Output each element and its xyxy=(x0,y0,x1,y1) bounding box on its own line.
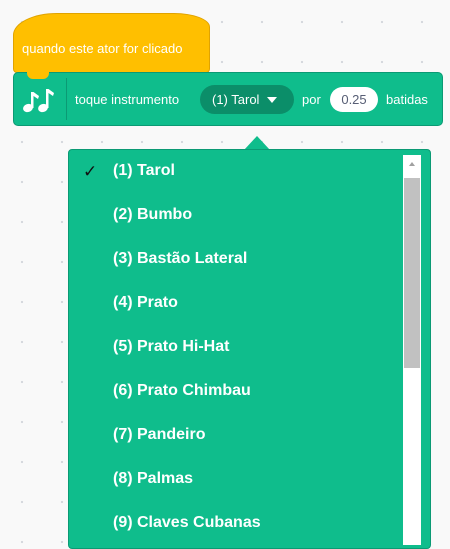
checkmark-icon: ✓ xyxy=(83,162,98,181)
beats-value: 0.25 xyxy=(341,92,367,107)
menu-item-prato[interactable]: (4) Prato xyxy=(69,282,401,326)
menu-item-label: (1) Tarol xyxy=(113,162,175,179)
instrument-dropdown[interactable]: (1) Tarol xyxy=(200,85,294,114)
menu-item-label: (3) Bastão Lateral xyxy=(113,250,248,267)
beats-input[interactable]: 0.25 xyxy=(330,87,378,112)
block-connector-notch xyxy=(27,72,49,79)
menu-item-label: (7) Pandeiro xyxy=(113,426,206,443)
menu-item-prato-hi-hat[interactable]: (5) Prato Hi-Hat xyxy=(69,326,401,370)
menu-item-label: (6) Prato Chimbau xyxy=(113,382,251,399)
scrollbar-thumb[interactable] xyxy=(404,178,420,368)
instrument-dropdown-value: (1) Tarol xyxy=(212,92,260,107)
menu-item-label: (4) Prato xyxy=(113,294,178,311)
block-icon-divider xyxy=(66,78,67,120)
menu-item-pandeiro[interactable]: (7) Pandeiro xyxy=(69,414,401,458)
play-instrument-label: toque instrumento xyxy=(75,92,180,107)
beats-label: batidas xyxy=(386,92,428,107)
menu-item-label: (8) Palmas xyxy=(113,470,194,487)
chevron-down-icon xyxy=(267,96,278,103)
menu-item-label: (5) Prato Hi-Hat xyxy=(113,338,230,355)
hat-block-label: quando este ator for clicado xyxy=(22,41,183,56)
menu-item-bumbo[interactable]: (2) Bumbo xyxy=(69,194,401,238)
menu-item-palmas[interactable]: (8) Palmas xyxy=(69,458,401,502)
menu-item-label: (2) Bumbo xyxy=(113,206,193,223)
dropdown-pointer xyxy=(244,136,270,150)
for-label: por xyxy=(302,92,321,107)
menu-item-tarol[interactable]: ✓ (1) Tarol xyxy=(69,150,401,194)
menu-item-prato-chimbau[interactable]: (6) Prato Chimbau xyxy=(69,370,401,414)
music-notes-icon xyxy=(23,89,54,113)
scroll-up-arrow-icon[interactable] xyxy=(409,162,415,166)
menu-item-claves-cubanas[interactable]: (9) Claves Cubanas xyxy=(69,502,401,546)
instrument-menu: ✓ (1) Tarol (2) Bumbo (3) Bastão Lateral… xyxy=(68,149,431,549)
menu-item-label: (9) Claves Cubanas xyxy=(113,514,261,531)
menu-item-bastao-lateral[interactable]: (3) Bastão Lateral xyxy=(69,238,401,282)
